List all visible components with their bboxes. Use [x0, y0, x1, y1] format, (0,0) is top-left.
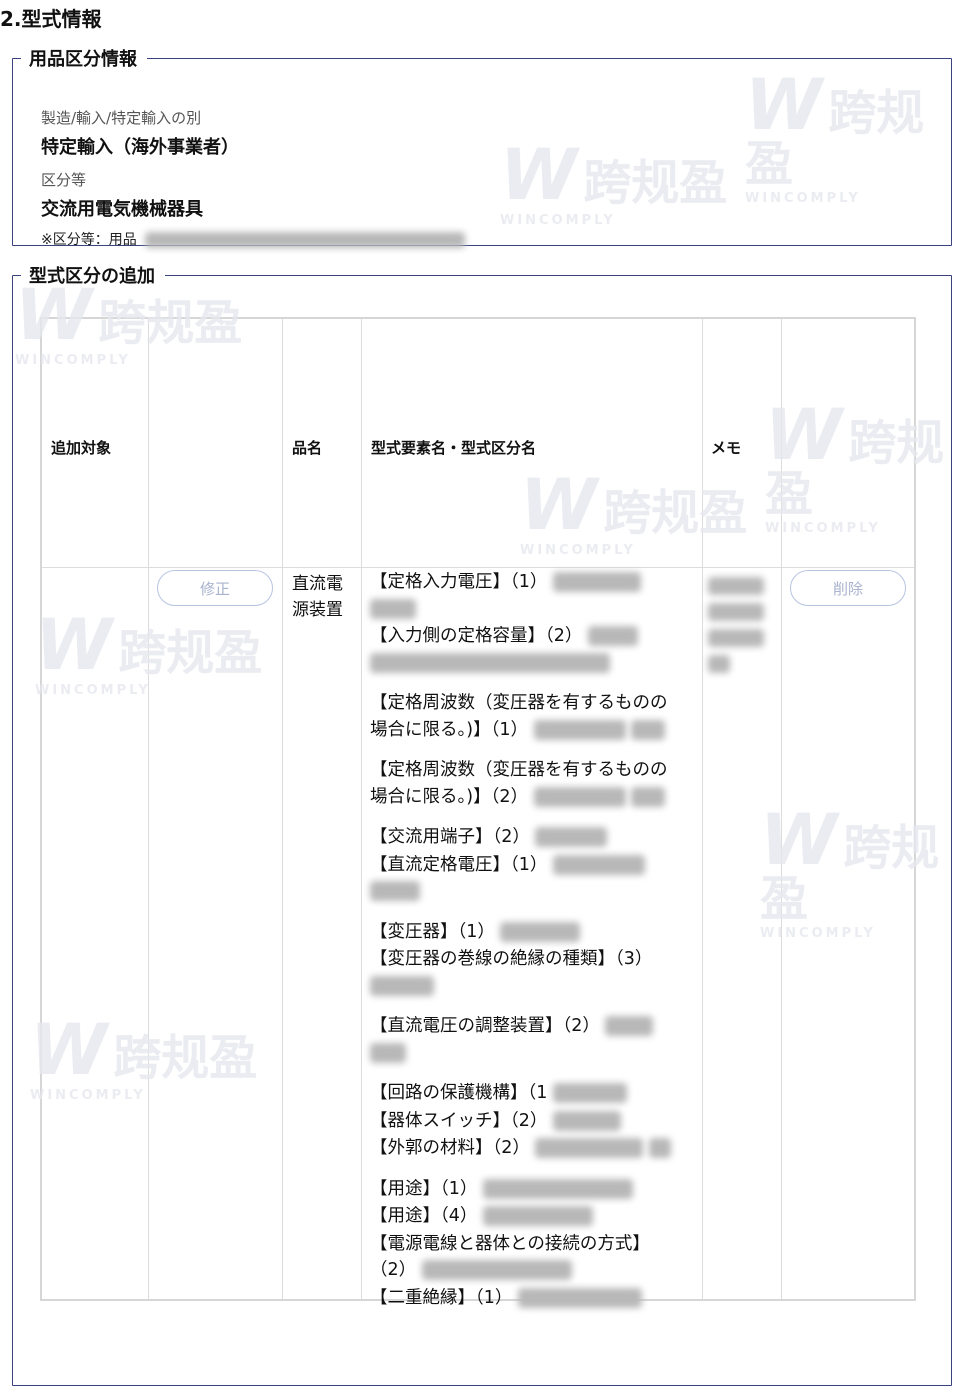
header-memo: メモ	[711, 439, 742, 457]
list-item: 【直流定格電圧】（1）	[370, 852, 680, 905]
list-item: 【定格周波数（変圧器を有するものの場合に限る。)】（2）	[370, 757, 680, 810]
header-model-elements: 型式要素名・型式区分名	[371, 439, 537, 457]
model-table: 追加対象 品名 型式要素名・型式区分名 メモ 修正 削除 直流電源装置 【定格入…	[40, 317, 916, 1308]
redacted-text	[500, 921, 581, 942]
redacted-text	[370, 652, 610, 673]
spec-name: 【用途】（4）	[370, 1206, 478, 1226]
memo-cell	[708, 577, 770, 681]
manufacture-label: 製造/輸入/特定輸入の別	[41, 109, 202, 127]
model-addition-legend: 型式区分の追加	[29, 266, 155, 287]
category-label: 区分等	[41, 171, 87, 189]
list-item: 【用途】（4）	[370, 1203, 680, 1230]
list-item: 【変圧器】（1）	[370, 919, 680, 946]
redacted-text	[708, 603, 764, 621]
list-item: 【用途】（1）	[370, 1176, 680, 1203]
list-item: 【回路の保護機構】（1	[370, 1080, 680, 1107]
header-product-name: 品名	[292, 439, 323, 457]
spec-name: 【変圧器の巻線の絶縁の種類】（3）	[370, 949, 653, 969]
redacted-text	[370, 598, 416, 619]
list-item: 【変圧器の巻線の絶縁の種類】（3）	[370, 946, 680, 999]
spec-name: 【器体スイッチ】（2）	[370, 1110, 548, 1131]
edit-button[interactable]: 修正	[157, 570, 273, 606]
header-target: 追加対象	[51, 439, 112, 457]
list-item: 【器体スイッチ】（2）	[370, 1108, 680, 1135]
product-category-legend: 用品区分情報	[29, 49, 137, 70]
spec-name: 【定格入力電圧】（1）	[370, 572, 548, 592]
list-item: 【交流用端子】（2）	[370, 824, 680, 851]
redacted-text	[482, 1206, 593, 1226]
manufacture-value: 特定輸入（海外事業者）	[41, 137, 239, 158]
column-divider	[361, 319, 362, 1299]
product-name-cell: 直流電源装置	[292, 574, 343, 620]
category-note: ※区分等：用品	[41, 229, 466, 249]
redacted-text	[631, 719, 666, 740]
model-elements-list: 【定格入力電圧】（1） 【入力側の定格容量】（2） 【定格周波数（変圧器を有する…	[370, 569, 680, 1312]
product-category-panel: 用品区分情報 製造/輸入/特定輸入の別 特定輸入（海外事業者） 区分等 交流用電…	[12, 45, 952, 249]
redacted-text	[649, 1138, 672, 1158]
redacted-text	[370, 881, 420, 901]
spec-name: 【直流定格電圧】（1）	[370, 854, 548, 875]
redacted-text	[552, 854, 645, 875]
list-item: 【二重絶縁】（1）	[370, 1285, 680, 1312]
redacted-text	[535, 1138, 644, 1158]
list-item: 【電源電線と器体との接続の方式】（2）	[370, 1231, 680, 1284]
spec-name: 【直流電圧の調整装置】（2）	[370, 1016, 600, 1036]
header-divider	[42, 567, 914, 568]
redacted-text	[631, 786, 666, 807]
redacted-text	[517, 1287, 642, 1308]
spec-name: 【回路の保護機構】（1	[370, 1083, 548, 1103]
redacted-text	[552, 572, 641, 592]
redacted-text	[708, 577, 764, 595]
redacted-text	[587, 626, 638, 646]
redacted-text	[552, 1110, 621, 1131]
spec-name: 【変圧器】（1）	[370, 921, 495, 942]
redacted-text	[145, 232, 466, 248]
section-title: 2.型式情報	[0, 7, 102, 31]
redacted-text	[552, 1083, 627, 1103]
redacted-text	[421, 1260, 572, 1280]
list-item: 【外郭の材料】（2）	[370, 1135, 680, 1162]
redacted-text	[370, 975, 434, 996]
column-divider	[702, 319, 703, 1299]
model-addition-panel: 型式区分の追加 追加対象 品名 型式要素名・型式区分名 メモ 修正 削除 直流電…	[12, 262, 952, 1386]
spec-name: 【用途】（1）	[370, 1178, 478, 1199]
column-divider	[148, 319, 149, 1299]
list-item: 【定格周波数（変圧器を有するものの場合に限る。)】（1）	[370, 690, 680, 743]
redacted-text	[370, 1042, 406, 1063]
redacted-text	[605, 1016, 654, 1036]
redacted-text	[482, 1178, 633, 1199]
redacted-text	[535, 827, 608, 847]
list-item: 【入力側の定格容量】（2）	[370, 623, 680, 676]
spec-name: 【交流用端子】（2）	[370, 827, 530, 847]
spec-name: 【二重絶縁】（1）	[370, 1287, 513, 1308]
list-item: 【直流電圧の調整装置】（2）	[370, 1013, 680, 1066]
redacted-text	[708, 629, 764, 647]
category-value: 交流用電気機械器具	[41, 199, 203, 220]
redacted-text	[708, 655, 730, 673]
redacted-text	[533, 719, 626, 740]
spec-name: 【外郭の材料】（2）	[370, 1138, 530, 1158]
delete-button[interactable]: 削除	[790, 570, 906, 606]
list-item: 【定格入力電圧】（1）	[370, 569, 680, 622]
redacted-text	[533, 786, 626, 807]
column-divider	[282, 319, 283, 1299]
spec-name: 【入力側の定格容量】（2）	[370, 626, 583, 646]
column-divider	[781, 319, 782, 1299]
category-note-text: ※区分等：用品	[41, 232, 137, 248]
